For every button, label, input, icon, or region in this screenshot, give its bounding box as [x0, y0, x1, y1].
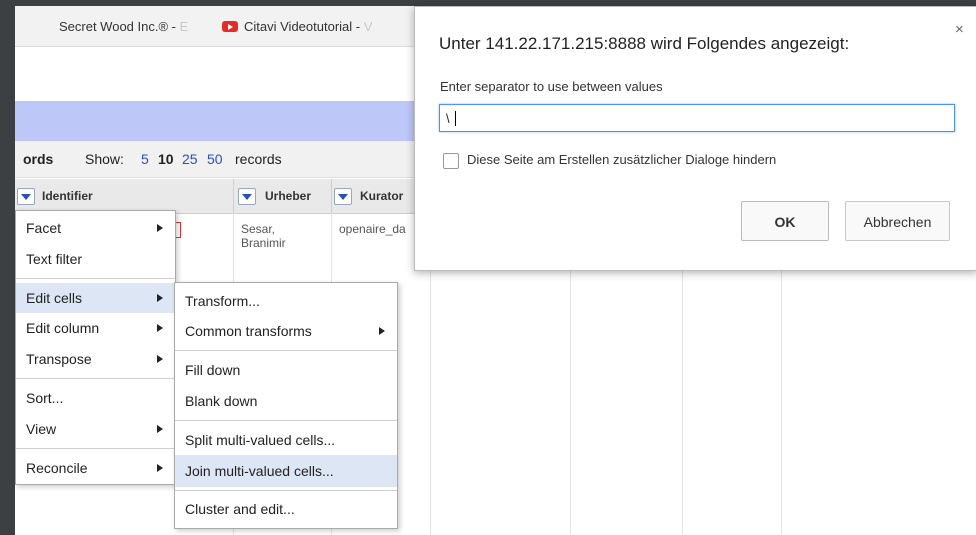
edit-cells-submenu: Transform... Common transforms Fill down… [174, 282, 398, 529]
page-size-5[interactable]: 5 [141, 151, 149, 167]
column-title-kurator: Kurator [360, 189, 404, 203]
column-title-urheber: Urheber [265, 189, 312, 203]
dialog-title: Unter 141.22.171.215:8888 wird Folgendes… [439, 34, 850, 53]
menu-separator [175, 420, 397, 421]
menu-item-transform[interactable]: Transform... [175, 286, 397, 316]
ok-button[interactable]: OK [741, 201, 829, 241]
menu-separator [175, 350, 397, 351]
menu-item-edit-column[interactable]: Edit column [16, 313, 175, 343]
column-menu-trigger-icon[interactable] [334, 188, 352, 205]
column-menu-trigger-icon[interactable] [238, 188, 256, 205]
menu-item-transpose[interactable]: Transpose [16, 344, 175, 374]
suppress-dialogs-checkbox[interactable] [443, 153, 459, 169]
column-title-identifier: Identifier [42, 189, 93, 203]
browser-frame-left [0, 0, 15, 535]
menu-item-facet[interactable]: Facet [16, 213, 175, 243]
suppress-dialogs-label[interactable]: Diese Seite am Erstellen zusätzlicher Di… [467, 152, 776, 167]
menu-item-split-multi-valued[interactable]: Split multi-valued cells... [175, 425, 397, 455]
menu-item-sort[interactable]: Sort... [16, 383, 175, 413]
cancel-button[interactable]: Abbrechen [845, 201, 950, 241]
menu-item-edit-cells[interactable]: Edit cells [16, 283, 175, 313]
column-header-identifier[interactable]: Identifier [15, 179, 234, 213]
page-size-10[interactable]: 10 [158, 151, 174, 167]
column-menu-trigger-icon[interactable] [17, 188, 35, 205]
page-size-25[interactable]: 25 [182, 151, 198, 167]
submenu-arrow-icon [157, 324, 163, 332]
menu-item-reconcile[interactable]: Reconcile [16, 453, 175, 483]
menu-separator [16, 448, 175, 449]
close-icon[interactable]: × [955, 21, 964, 38]
cell-kurator[interactable]: openaire_da [339, 222, 406, 236]
submenu-arrow-icon [157, 224, 163, 232]
bookmark-citavi[interactable]: Citavi Videotutorial - V [222, 19, 372, 34]
menu-item-view[interactable]: View [16, 414, 175, 444]
column-header-kurator[interactable]: Kurator [332, 179, 414, 213]
menu-separator [16, 278, 175, 279]
text-cursor [455, 111, 456, 126]
submenu-arrow-icon [157, 355, 163, 363]
menu-item-cluster-and-edit[interactable]: Cluster and edit... [175, 494, 397, 524]
separator-input[interactable] [439, 104, 955, 132]
menu-item-join-multi-valued[interactable]: Join multi-valued cells... [175, 455, 397, 487]
menu-separator [16, 378, 175, 379]
submenu-arrow-icon [379, 327, 385, 335]
column-dropdown-menu: Facet Text filter Edit cells Edit column… [15, 210, 176, 485]
records-suffix: records [235, 151, 282, 167]
records-count-label: ords [23, 151, 54, 167]
menu-item-common-transforms[interactable]: Common transforms [175, 316, 397, 346]
menu-item-fill-down[interactable]: Fill down [175, 355, 397, 385]
prompt-dialog: Unter 141.22.171.215:8888 wird Folgendes… [414, 6, 976, 271]
youtube-icon [222, 21, 238, 32]
cell-urheber[interactable]: Sesar, Branimir [241, 222, 286, 250]
column-header-urheber[interactable]: Urheber [234, 179, 332, 213]
page-size-50[interactable]: 50 [207, 151, 223, 167]
menu-item-blank-down[interactable]: Blank down [175, 386, 397, 416]
submenu-arrow-icon [157, 464, 163, 472]
submenu-arrow-icon [157, 294, 163, 302]
bookmark-secret-wood[interactable]: Secret Wood Inc.® - E [59, 19, 188, 34]
menu-item-text-filter[interactable]: Text filter [16, 244, 175, 274]
show-label: Show: [85, 151, 124, 167]
menu-separator [175, 490, 397, 491]
submenu-arrow-icon [157, 425, 163, 433]
dialog-message: Enter separator to use between values [440, 79, 663, 94]
